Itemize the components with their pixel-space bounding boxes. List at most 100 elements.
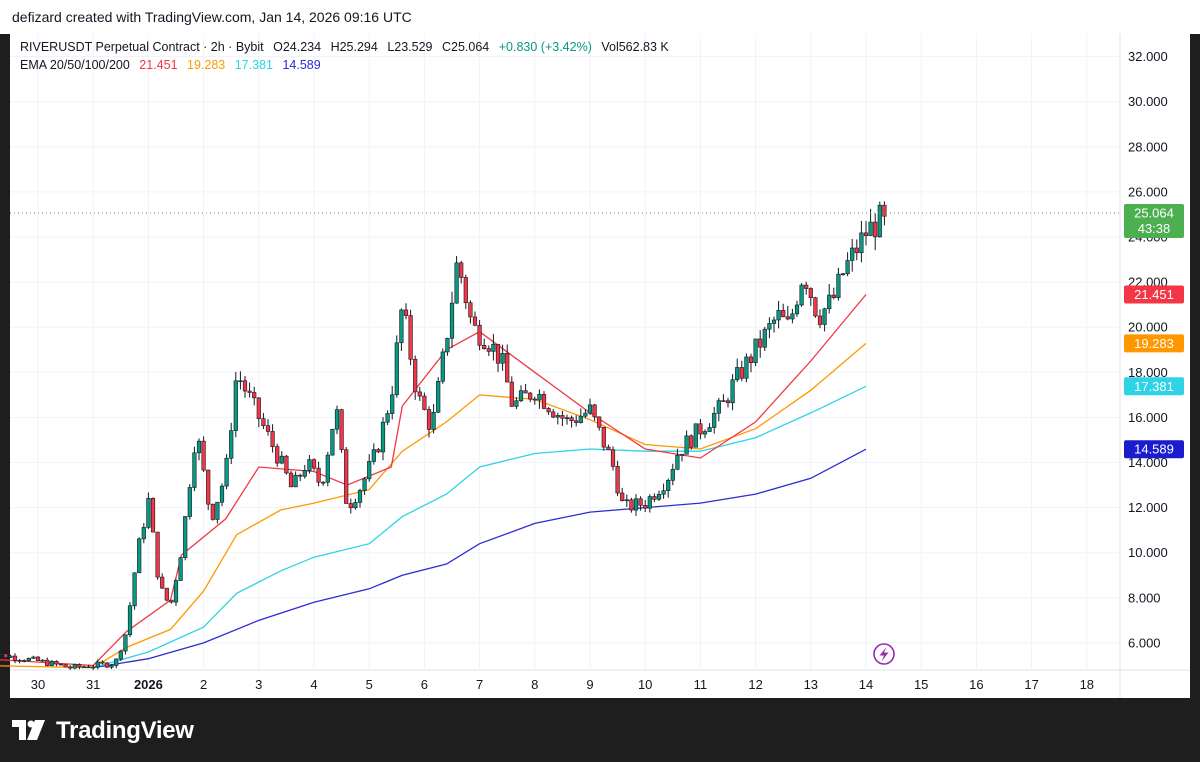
candle-up xyxy=(684,435,689,455)
candle-down xyxy=(620,492,625,502)
candle-down xyxy=(261,418,266,427)
candle-down xyxy=(164,587,169,601)
candle-down xyxy=(748,356,754,364)
x-tick-label: 4 xyxy=(310,677,317,692)
x-tick-label: 3 xyxy=(255,677,262,692)
candle-down xyxy=(721,400,726,402)
ema-price-value: 17.381 xyxy=(1134,379,1174,394)
y-tick-label: 28.000 xyxy=(1128,139,1168,154)
candle-down xyxy=(150,498,156,533)
x-tick-label: 30 xyxy=(31,677,45,692)
x-tick-label: 12 xyxy=(748,677,762,692)
ohlc-row: RIVERUSDT Perpetual Contract · 2h · Bybi… xyxy=(20,38,669,56)
candle-up xyxy=(229,430,234,459)
candle-up xyxy=(633,498,639,511)
symbol-label[interactable]: RIVERUSDT Perpetual Contract · 2h · Bybi… xyxy=(20,40,264,54)
candle-down xyxy=(817,315,823,325)
x-axis[interactable]: 30 31 2026 2 3 4 5 6 7 8 9 10 11 12 13 14 15 16 17 18 xyxy=(31,677,1094,692)
candle-up xyxy=(827,294,832,310)
candle-up xyxy=(693,423,698,448)
candle-down xyxy=(265,425,271,432)
candle-down xyxy=(210,503,215,520)
y-tick-label: 32.000 xyxy=(1128,49,1168,64)
ema200-value: 14.589 xyxy=(282,58,321,72)
candle-up xyxy=(26,658,31,662)
candle-down xyxy=(54,661,59,665)
candle-down xyxy=(298,474,303,477)
candle-down xyxy=(288,472,294,488)
candle-up xyxy=(440,351,445,382)
candle-down xyxy=(58,663,64,666)
candle-down xyxy=(463,277,468,304)
x-tick-label: 14 xyxy=(859,677,873,692)
candle-down xyxy=(610,449,616,467)
candle-up xyxy=(137,538,142,574)
candle-up xyxy=(794,304,800,315)
candle-up xyxy=(187,487,192,517)
candle-up xyxy=(735,367,740,381)
ema50-value: 19.283 xyxy=(187,58,226,72)
candle-down xyxy=(560,415,565,419)
candle-up xyxy=(564,417,570,420)
candle-up xyxy=(146,498,151,528)
y-tick-label: 16.000 xyxy=(1128,410,1168,425)
candle-down xyxy=(482,344,487,349)
candle-up xyxy=(836,273,841,298)
candle-down xyxy=(532,398,537,401)
candle-up xyxy=(118,650,123,660)
candle-down xyxy=(22,660,27,662)
candle-down xyxy=(12,655,18,661)
candle-up xyxy=(762,328,767,348)
candle-down xyxy=(201,440,206,471)
x-tick-label: 17 xyxy=(1024,677,1038,692)
candle-up xyxy=(518,390,524,402)
candle-down xyxy=(505,353,510,383)
candle-down xyxy=(551,411,556,418)
candle-up xyxy=(449,302,455,339)
candle-up xyxy=(624,499,629,502)
candle-down xyxy=(597,416,602,428)
candle-down xyxy=(376,449,381,453)
candle-up xyxy=(771,319,777,324)
candle-up xyxy=(776,310,781,321)
lightning-icon[interactable] xyxy=(873,643,895,665)
candle-down xyxy=(541,394,547,409)
candle-up xyxy=(500,353,505,364)
candle-up xyxy=(399,309,404,344)
candle-down xyxy=(459,262,464,278)
y-tick-label: 12.000 xyxy=(1128,500,1168,515)
candle-down xyxy=(413,358,418,393)
candle-down xyxy=(348,503,353,509)
x-tick-label: 9 xyxy=(586,677,593,692)
candle-up xyxy=(436,380,441,413)
candle-up xyxy=(555,415,560,418)
candle-up xyxy=(127,605,133,636)
x-tick-label: 16 xyxy=(969,677,983,692)
candle-up xyxy=(330,428,335,456)
candle-up xyxy=(371,449,376,462)
candle-down xyxy=(495,343,501,364)
candle-up xyxy=(302,470,307,477)
candle-up xyxy=(822,308,827,325)
candle-up xyxy=(702,431,708,435)
high-value: H25.294 xyxy=(330,40,378,54)
candle-up xyxy=(192,452,197,488)
candle-down xyxy=(689,435,694,448)
tradingview-brand[interactable]: TradingView xyxy=(12,714,194,748)
candle-down xyxy=(468,302,473,318)
candle-down xyxy=(160,576,165,589)
candlestick-chart[interactable]: 6.0008.00010.00012.00014.00016.00018.000… xyxy=(0,0,1200,762)
candle-down xyxy=(417,391,422,397)
candle-up xyxy=(578,415,583,423)
candle-up xyxy=(583,412,588,417)
candle-down xyxy=(408,315,413,360)
candle-up xyxy=(0,653,4,656)
candle-down xyxy=(100,661,105,664)
candle-up xyxy=(238,380,243,383)
candle-down xyxy=(509,381,514,407)
candle-up xyxy=(845,260,850,275)
candle-up xyxy=(666,480,671,491)
candle-up xyxy=(716,400,721,414)
ema-label[interactable]: EMA 20/50/100/200 xyxy=(20,58,130,72)
candle-up xyxy=(279,455,284,464)
